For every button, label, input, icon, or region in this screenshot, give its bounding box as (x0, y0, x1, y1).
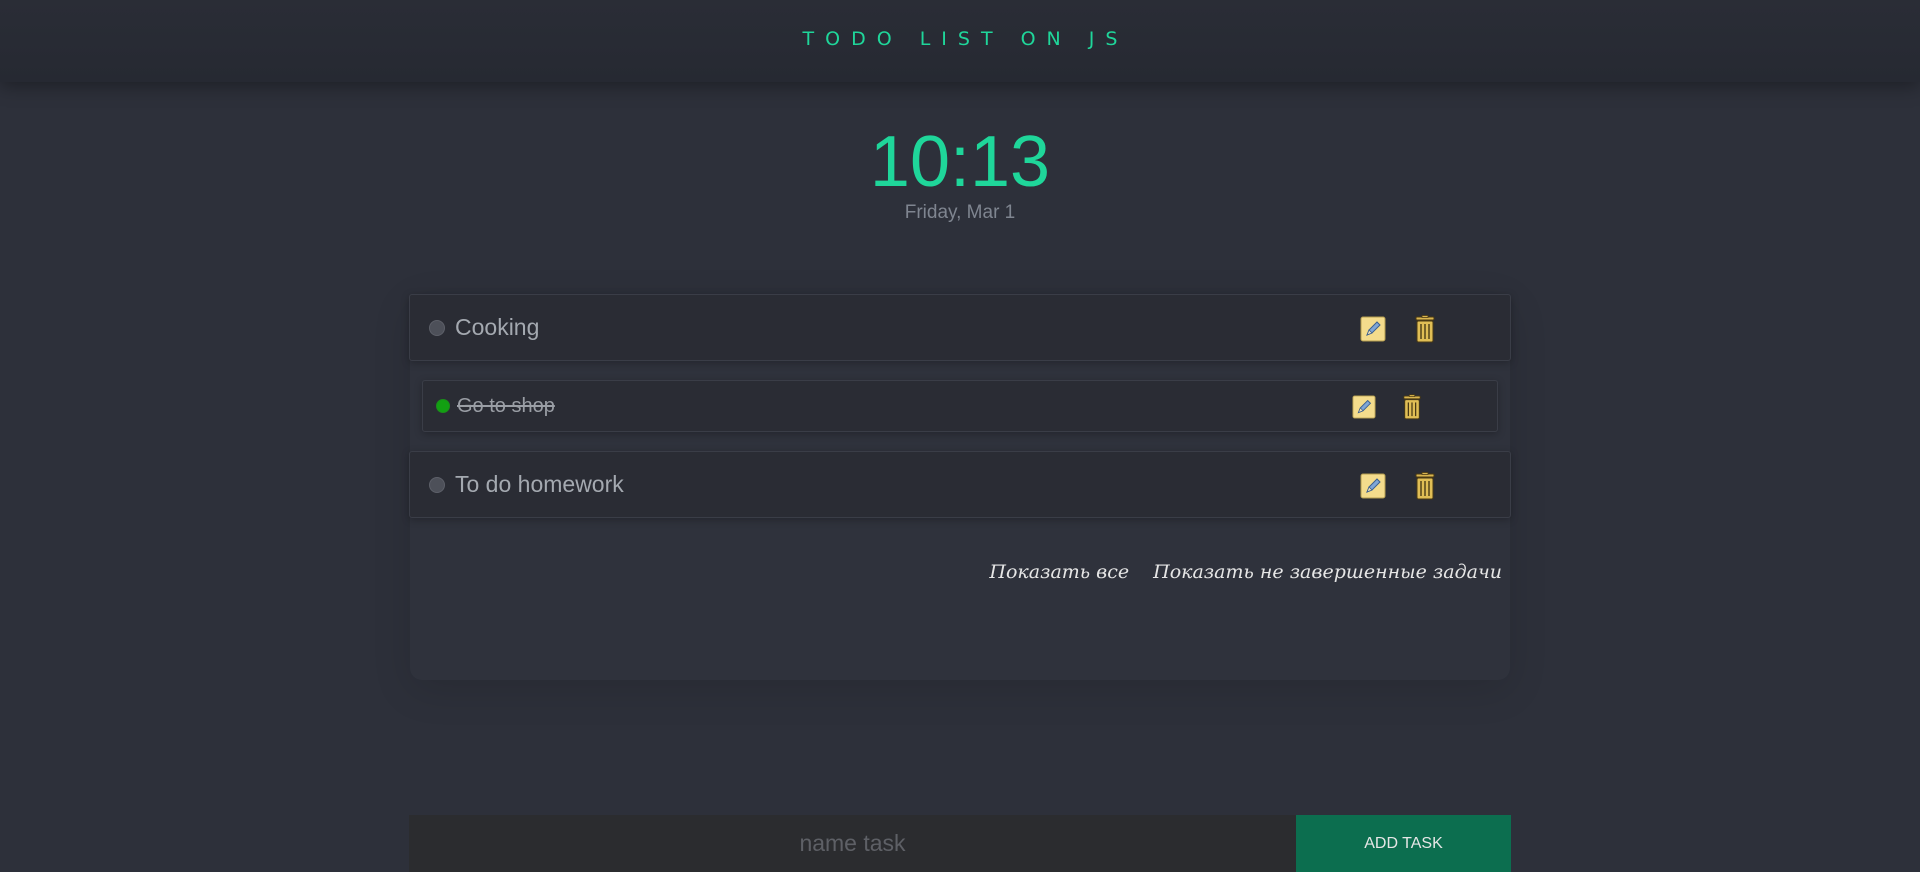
pencil-edit-icon[interactable] (1360, 473, 1386, 499)
task-label: To do homework (455, 471, 624, 497)
pencil-edit-icon[interactable] (1360, 316, 1386, 342)
task-status-dot[interactable] (436, 399, 450, 413)
task-item[interactable]: Cooking (409, 294, 1511, 361)
app-title: TODO LIST ON JS (802, 28, 1129, 50)
task-item[interactable]: To do homework (409, 451, 1511, 518)
clock-date: Friday, Mar 1 (904, 202, 1016, 223)
trash-can-icon[interactable] (1402, 394, 1422, 420)
trash-can-icon[interactable] (1414, 315, 1436, 343)
task-label: Go to shop (457, 394, 555, 417)
task-status-dot[interactable] (429, 476, 445, 493)
trash-can-icon[interactable] (1414, 472, 1436, 500)
add-task-form: ADD TASK (409, 815, 1511, 872)
task-filters: Показать все Показать не завершенные зад… (989, 561, 1502, 583)
filter-show-all[interactable]: Показать все (989, 561, 1129, 583)
filter-show-incomplete[interactable]: Показать не завершенные задачи (1153, 561, 1502, 583)
task-name-input[interactable] (409, 815, 1296, 872)
add-task-button[interactable]: ADD TASK (1296, 815, 1511, 872)
task-label: Cooking (455, 314, 540, 340)
task-item[interactable]: Go to shop (422, 380, 1498, 432)
clock-time: 10:13 (869, 122, 1051, 202)
task-status-dot[interactable] (429, 319, 445, 336)
app-header: TODO LIST ON JS (0, 0, 1920, 82)
pencil-edit-icon[interactable] (1352, 395, 1376, 419)
